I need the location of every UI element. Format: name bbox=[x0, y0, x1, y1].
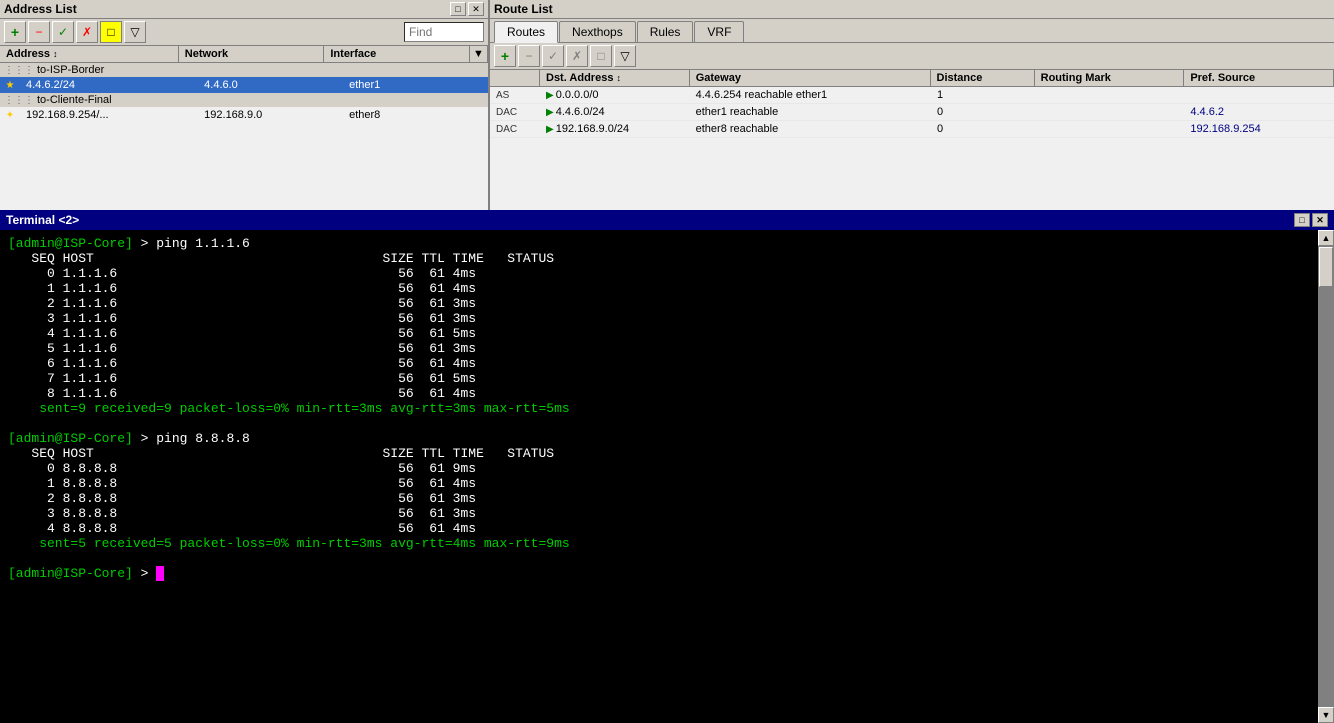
column-dropdown-button[interactable]: ▼ bbox=[470, 46, 488, 62]
mark-col-header[interactable]: Routing Mark bbox=[1035, 70, 1185, 86]
address-row-isp[interactable]: ★ 4.4.6.2/24 4.4.6.0 ether1 bbox=[0, 77, 488, 93]
tab-vrf[interactable]: VRF bbox=[694, 21, 744, 42]
route-flag-1: DAC bbox=[490, 106, 540, 119]
dist-col-header[interactable]: Distance bbox=[931, 70, 1035, 86]
remove-route-button[interactable]: − bbox=[518, 45, 540, 67]
flag-col-header[interactable] bbox=[490, 70, 540, 86]
route-dist-1: 0 bbox=[931, 105, 1035, 119]
address-col-header[interactable]: Address ↕ bbox=[0, 46, 179, 62]
route-dst-1: ▶4.4.6.0/24 bbox=[540, 105, 690, 119]
route-row-2[interactable]: DAC ▶192.168.9.0/24 ether8 reachable 0 1… bbox=[490, 121, 1334, 138]
tab-rules[interactable]: Rules bbox=[637, 21, 694, 42]
route-table-body: AS ▶0.0.0.0/0 4.4.6.254 reachable ether1… bbox=[490, 87, 1334, 210]
route-row-0[interactable]: AS ▶0.0.0.0/0 4.4.6.254 reachable ether1… bbox=[490, 87, 1334, 104]
route-mark-2 bbox=[1035, 128, 1185, 130]
enable-route-button[interactable]: ✓ bbox=[542, 45, 564, 67]
route-list-titlebar: Route List bbox=[490, 0, 1334, 19]
terminal-titlebar: Terminal <2> □ ✕ bbox=[0, 210, 1334, 230]
restore-button[interactable]: □ bbox=[450, 2, 466, 16]
route-dist-0: 1 bbox=[931, 88, 1035, 102]
route-flag-0: AS bbox=[490, 89, 540, 102]
scrollbar-down-button[interactable]: ▼ bbox=[1318, 707, 1334, 723]
address-table-header: Address ↕ Network Interface ▼ bbox=[0, 46, 488, 63]
terminal-cursor bbox=[156, 566, 164, 581]
terminal-content: [admin@ISP-Core] > ping 1.1.1.6 SEQ HOST… bbox=[8, 236, 1310, 717]
address-group-cliente-final: ⋮⋮⋮ to-Cliente-Final bbox=[0, 93, 488, 107]
address-list-titlebar: Address List □ ✕ bbox=[0, 0, 488, 19]
address-cell-cliente-iface: ether8 bbox=[343, 108, 488, 122]
enable-address-button[interactable]: ✓ bbox=[52, 21, 74, 43]
address-table-body: ⋮⋮⋮ to-ISP-Border ★ 4.4.6.2/24 4.4.6.0 e… bbox=[0, 63, 488, 210]
route-src-2: 192.168.9.254 bbox=[1184, 122, 1334, 136]
filter-route-button[interactable]: ▽ bbox=[614, 45, 636, 67]
address-cell-isp-addr: 4.4.6.2/24 bbox=[20, 78, 198, 92]
address-row-isp-icon: ★ bbox=[0, 80, 20, 91]
route-src-0 bbox=[1184, 94, 1334, 96]
address-list-panel: Address List □ ✕ + − ✓ ✗ □ ▽ Address ↕ N… bbox=[0, 0, 490, 210]
group-cliente-label: to-Cliente-Final bbox=[37, 94, 112, 106]
src-col-header[interactable]: Pref. Source bbox=[1184, 70, 1334, 86]
address-cell-cliente-addr: 192.168.9.254/... bbox=[20, 108, 198, 122]
route-table-header: Dst. Address ↕ Gateway Distance Routing … bbox=[490, 70, 1334, 87]
route-mark-1 bbox=[1035, 111, 1185, 113]
disable-route-button[interactable]: ✗ bbox=[566, 45, 588, 67]
route-dst-2: ▶192.168.9.0/24 bbox=[540, 122, 690, 136]
route-mark-0 bbox=[1035, 94, 1185, 96]
terminal-body[interactable]: [admin@ISP-Core] > ping 1.1.1.6 SEQ HOST… bbox=[0, 230, 1318, 723]
terminal-scrollbar[interactable]: ▲ ▼ bbox=[1318, 230, 1334, 723]
scrollbar-up-button[interactable]: ▲ bbox=[1318, 230, 1334, 246]
add-route-button[interactable]: + bbox=[494, 45, 516, 67]
address-list-titlebar-buttons: □ ✕ bbox=[450, 2, 484, 16]
find-address-input[interactable] bbox=[404, 22, 484, 42]
route-toolbar: + − ✓ ✗ □ ▽ bbox=[490, 43, 1334, 70]
route-dst-0: ▶0.0.0.0/0 bbox=[540, 88, 690, 102]
disable-address-button[interactable]: ✗ bbox=[76, 21, 98, 43]
route-row-1[interactable]: DAC ▶4.4.6.0/24 ether1 reachable 0 4.4.6… bbox=[490, 104, 1334, 121]
scrollbar-track[interactable] bbox=[1318, 246, 1334, 707]
close-button[interactable]: ✕ bbox=[468, 2, 484, 16]
dst-col-header[interactable]: Dst. Address ↕ bbox=[540, 70, 690, 86]
route-list-title: Route List bbox=[494, 2, 553, 16]
address-group-isp-border: ⋮⋮⋮ to-ISP-Border bbox=[0, 63, 488, 77]
route-src-1: 4.4.6.2 bbox=[1184, 105, 1334, 119]
terminal-title: Terminal <2> bbox=[6, 213, 79, 227]
tab-nexthops[interactable]: Nexthops bbox=[559, 21, 636, 42]
gw-col-header[interactable]: Gateway bbox=[690, 70, 931, 86]
route-list-panel: Route List Routes Nexthops Rules VRF + −… bbox=[490, 0, 1334, 210]
filter-address-button[interactable]: ▽ bbox=[124, 21, 146, 43]
terminal-close-button[interactable]: ✕ bbox=[1312, 213, 1328, 227]
route-gw-1: ether1 reachable bbox=[690, 105, 931, 119]
address-cell-isp-iface: ether1 bbox=[343, 78, 488, 92]
terminal-body-container: [admin@ISP-Core] > ping 1.1.1.6 SEQ HOST… bbox=[0, 230, 1334, 723]
terminal-titlebar-buttons: □ ✕ bbox=[1294, 213, 1328, 227]
add-address-button[interactable]: + bbox=[4, 21, 26, 43]
address-list-toolbar: + − ✓ ✗ □ ▽ bbox=[0, 19, 488, 46]
route-dist-2: 0 bbox=[931, 122, 1035, 136]
address-row-cliente-icon: ✦ bbox=[0, 110, 20, 121]
route-gw-2: ether8 reachable bbox=[690, 122, 931, 136]
tab-routes[interactable]: Routes bbox=[494, 21, 558, 43]
route-tabs-bar: Routes Nexthops Rules VRF bbox=[490, 19, 1334, 43]
route-gw-0: 4.4.6.254 reachable ether1 bbox=[690, 88, 931, 102]
route-flag-2: DAC bbox=[490, 123, 540, 136]
scrollbar-thumb[interactable] bbox=[1319, 247, 1333, 287]
remove-address-button[interactable]: − bbox=[28, 21, 50, 43]
group-isp-border-label: to-ISP-Border bbox=[37, 64, 104, 76]
terminal-panel: Terminal <2> □ ✕ [admin@ISP-Core] > ping… bbox=[0, 210, 1334, 723]
copy-route-button[interactable]: □ bbox=[590, 45, 612, 67]
address-cell-cliente-net: 192.168.9.0 bbox=[198, 108, 343, 122]
address-list-title: Address List bbox=[4, 2, 77, 16]
network-col-header[interactable]: Network bbox=[179, 46, 325, 62]
terminal-restore-button[interactable]: □ bbox=[1294, 213, 1310, 227]
copy-address-button[interactable]: □ bbox=[100, 21, 122, 43]
address-row-cliente[interactable]: ✦ 192.168.9.254/... 192.168.9.0 ether8 bbox=[0, 107, 488, 123]
interface-col-header[interactable]: Interface bbox=[324, 46, 470, 62]
address-cell-isp-net: 4.4.6.0 bbox=[198, 78, 343, 92]
